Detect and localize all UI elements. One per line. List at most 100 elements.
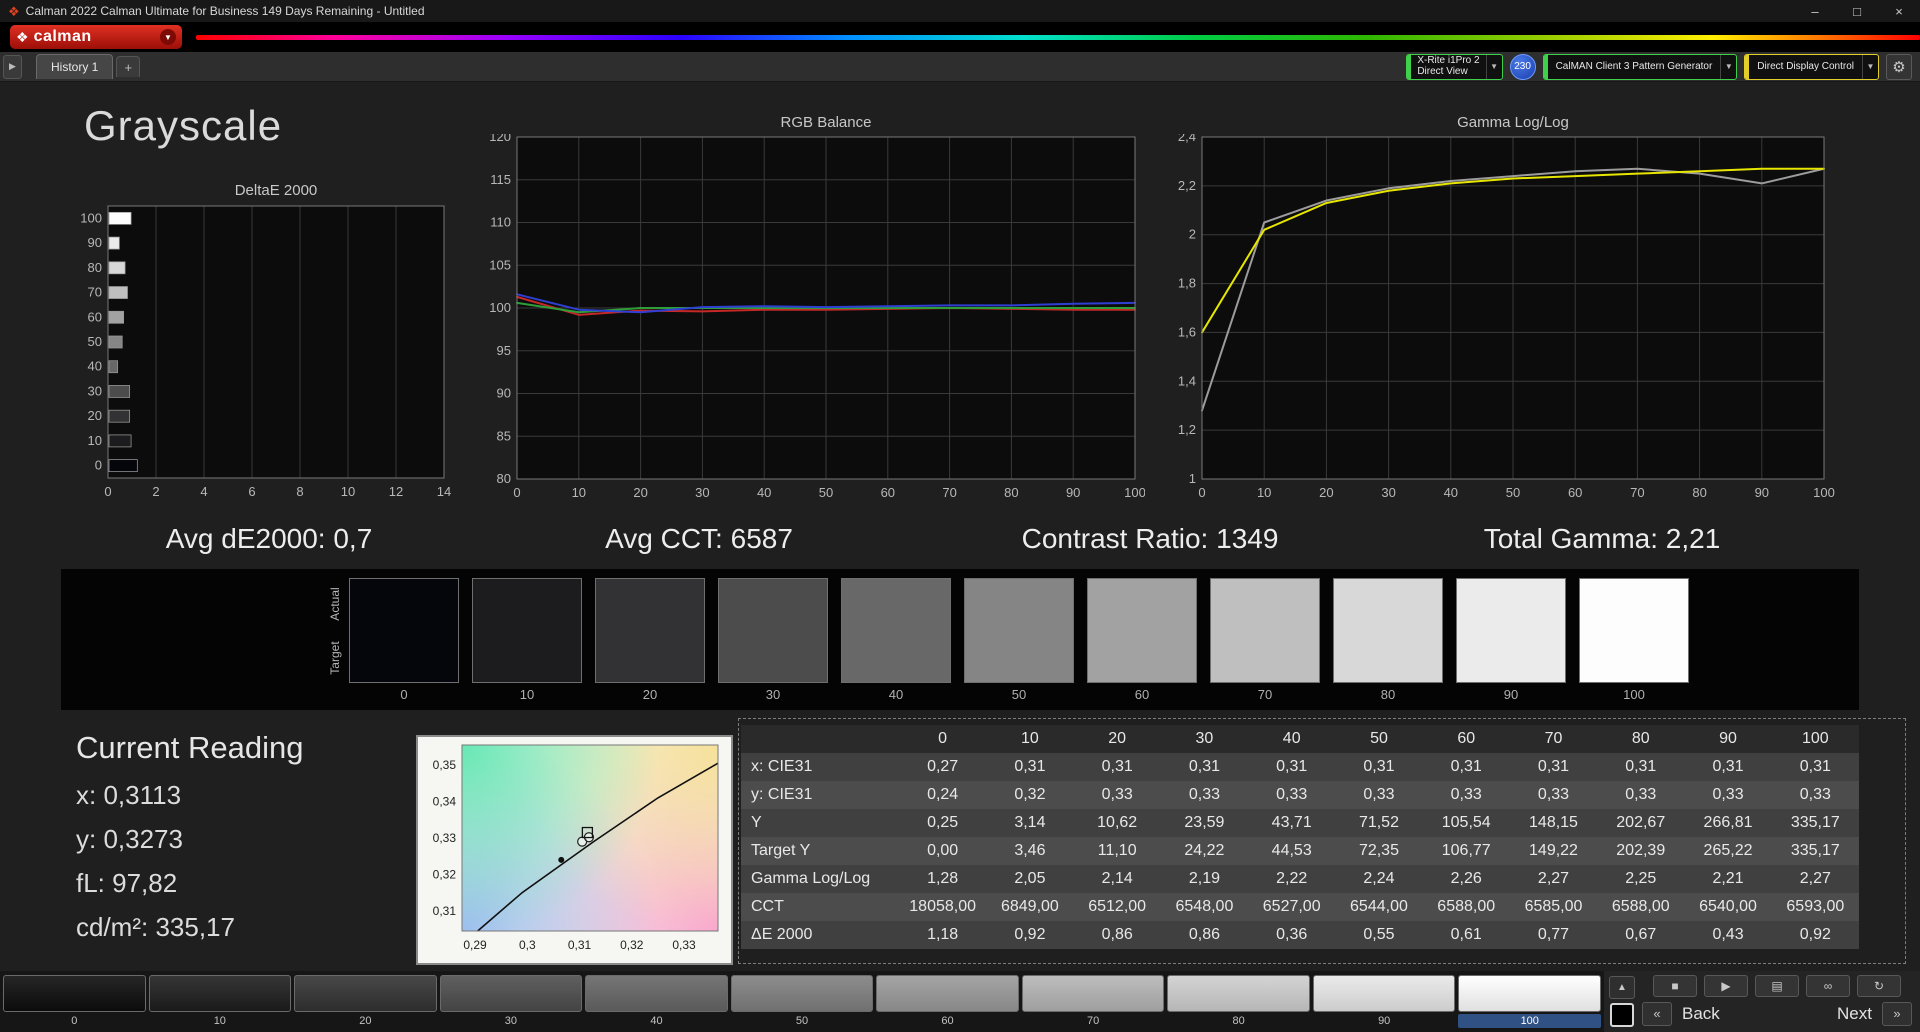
chevron-down-icon[interactable]: ▼ xyxy=(1720,54,1736,79)
table-column-header: 60 xyxy=(1457,730,1476,747)
pattern-icon-row: ■ ▶ ▤ ∞ ↻ xyxy=(1642,975,1912,997)
table-cell: 0,31 xyxy=(1625,758,1657,775)
back-chevrons-icon[interactable]: « xyxy=(1642,1001,1672,1026)
svg-text:0,35: 0,35 xyxy=(433,758,457,772)
table-cell: 0,31 xyxy=(1799,758,1831,775)
table-cell: 6593,00 xyxy=(1786,898,1845,915)
stat-avg-cct: Avg CCT: 6587 xyxy=(605,523,793,554)
cie-chart: 0,35 0,34 0,33 0,32 0,31 0,29 0,3 0,31 0,32 0,33 xyxy=(433,744,719,952)
table-cell: 10,62 xyxy=(1097,814,1138,831)
svg-text:12: 12 xyxy=(389,484,403,499)
level-patch-swatch[interactable] xyxy=(1458,975,1602,1012)
level-patch-swatch[interactable] xyxy=(148,975,292,1012)
level-patch-label: 100 xyxy=(1458,1014,1602,1028)
pattern-generator-dropdown[interactable]: CalMAN Client 3 Pattern Generator ▼ xyxy=(1542,53,1738,80)
table-cell: 6588,00 xyxy=(1437,898,1496,915)
level-patch-button-40[interactable]: 40 xyxy=(585,975,728,1028)
table-cell: 149,22 xyxy=(1529,842,1578,859)
play-button[interactable]: ▶ xyxy=(1704,975,1748,997)
table-cell: 1,28 xyxy=(927,870,959,887)
level-patch-button-0[interactable]: 0 xyxy=(3,975,146,1028)
close-button[interactable]: × xyxy=(1878,0,1920,22)
table-cell: 266,81 xyxy=(1703,814,1753,831)
settings-gear-button[interactable]: ⚙ xyxy=(1886,53,1912,80)
minimize-button[interactable]: – xyxy=(1794,0,1836,22)
expand-panel-button[interactable]: ▶ xyxy=(3,54,22,79)
level-patch-button-50[interactable]: 50 xyxy=(730,975,874,1028)
table-cell: 0,33 xyxy=(1799,786,1831,803)
level-patch-swatch[interactable] xyxy=(1167,975,1310,1012)
svg-text:90: 90 xyxy=(1755,485,1769,500)
table-cell: 2,24 xyxy=(1363,870,1395,887)
continuous-measure-button[interactable]: ∞ xyxy=(1806,975,1850,997)
meter-name: X-Rite i1Pro 2 xyxy=(1417,55,1480,66)
back-button[interactable]: Back xyxy=(1682,1004,1720,1024)
svg-text:120: 120 xyxy=(489,134,511,144)
next-button[interactable]: Next xyxy=(1837,1004,1872,1024)
svg-text:1: 1 xyxy=(1189,471,1196,486)
grayscale-swatch-10 xyxy=(472,578,582,683)
swatch-level-label: 0 xyxy=(400,687,408,702)
level-patch-swatch[interactable] xyxy=(294,975,437,1012)
table-cell: 6849,00 xyxy=(1000,898,1059,915)
table-cell: 335,17 xyxy=(1790,842,1840,859)
stat-avg-de2000: Avg dE2000: 0,7 xyxy=(165,523,373,554)
maximize-button[interactable]: □ xyxy=(1836,0,1878,22)
table-column-header: 80 xyxy=(1631,730,1650,747)
spectrum-strip xyxy=(196,35,1920,40)
level-patch-button-30[interactable]: 30 xyxy=(439,975,583,1028)
svg-text:30: 30 xyxy=(695,485,709,500)
refresh-button[interactable]: ↻ xyxy=(1857,975,1901,997)
table-cell: 2,25 xyxy=(1625,870,1657,887)
next-chevrons-icon[interactable]: » xyxy=(1882,1001,1912,1026)
table-cell: 2,05 xyxy=(1014,870,1046,887)
chevron-down-icon[interactable]: ▼ xyxy=(1862,54,1878,79)
table-cell: 6548,00 xyxy=(1175,898,1234,915)
level-patch-swatch[interactable] xyxy=(730,975,874,1012)
calman-logo-button[interactable]: ❖ calman ▼ xyxy=(10,25,182,49)
meter-dropdown[interactable]: X-Rite i1Pro 2 Direct View ▼ xyxy=(1406,53,1503,80)
svg-text:1,8: 1,8 xyxy=(1178,276,1196,291)
level-patch-button-20[interactable]: 20 xyxy=(294,975,437,1028)
level-patch-button-60[interactable]: 60 xyxy=(876,975,1019,1028)
table-cell: 0,31 xyxy=(1450,758,1482,775)
pattern-window-button[interactable] xyxy=(1610,1003,1634,1027)
rgb-balance-chart-title: RGB Balance xyxy=(780,114,872,131)
eject-button[interactable]: ▲ xyxy=(1609,976,1635,999)
table-cell: 0,31 xyxy=(1363,758,1395,775)
level-patch-button-100[interactable]: 100 xyxy=(1458,975,1602,1028)
display-control-dropdown[interactable]: Direct Display Control ▼ xyxy=(1744,53,1879,80)
level-patch-button-70[interactable]: 70 xyxy=(1021,975,1165,1028)
table-row-label: Y xyxy=(751,814,762,831)
add-tab-button[interactable]: + xyxy=(116,56,141,77)
save-button[interactable]: ▤ xyxy=(1755,975,1799,997)
level-patch-swatch[interactable] xyxy=(3,975,146,1012)
level-patch-button-10[interactable]: 10 xyxy=(148,975,292,1028)
calman-diamond-icon: ❖ xyxy=(16,28,29,45)
titlebar: ❖ Calman 2022 Calman Ultimate for Busine… xyxy=(0,0,1920,22)
target-axis-label: Target xyxy=(328,641,342,675)
brand-menu-chevron-icon[interactable]: ▼ xyxy=(160,29,176,45)
level-patch-swatch[interactable] xyxy=(585,975,728,1012)
level-patch-swatch[interactable] xyxy=(876,975,1019,1012)
chevron-down-icon[interactable]: ▼ xyxy=(1485,54,1502,79)
swatch-level-label: 90 xyxy=(1503,687,1519,702)
tab-history-1[interactable]: History 1 xyxy=(36,54,114,79)
level-patch-button-80[interactable]: 80 xyxy=(1167,975,1310,1028)
svg-text:115: 115 xyxy=(490,172,511,187)
svg-text:1,4: 1,4 xyxy=(1178,373,1196,388)
svg-text:0,34: 0,34 xyxy=(433,795,457,809)
level-patch-swatch[interactable] xyxy=(1312,975,1456,1012)
level-patch-label: 40 xyxy=(650,1015,663,1027)
svg-text:80: 80 xyxy=(1692,485,1706,500)
table-cell: 0,31 xyxy=(1712,758,1744,775)
table-cell: 0,33 xyxy=(1101,786,1133,803)
pattern-patch-strip: 0 10 20 30 40 50 60 70 80 90 100 xyxy=(0,971,1604,1032)
table-cell: 0,31 xyxy=(1014,758,1046,775)
level-patch-swatch[interactable] xyxy=(1021,975,1165,1012)
level-patch-button-90[interactable]: 90 xyxy=(1312,975,1456,1028)
level-patch-swatch[interactable] xyxy=(439,975,583,1012)
deltae-chart-block: DeltaE 2000 0 2 4 6 8 10 12 14 0 10 20 30 40 50 60 70 80… xyxy=(72,182,452,506)
stop-button[interactable]: ■ xyxy=(1653,975,1697,997)
table-column-header: 50 xyxy=(1370,730,1388,747)
